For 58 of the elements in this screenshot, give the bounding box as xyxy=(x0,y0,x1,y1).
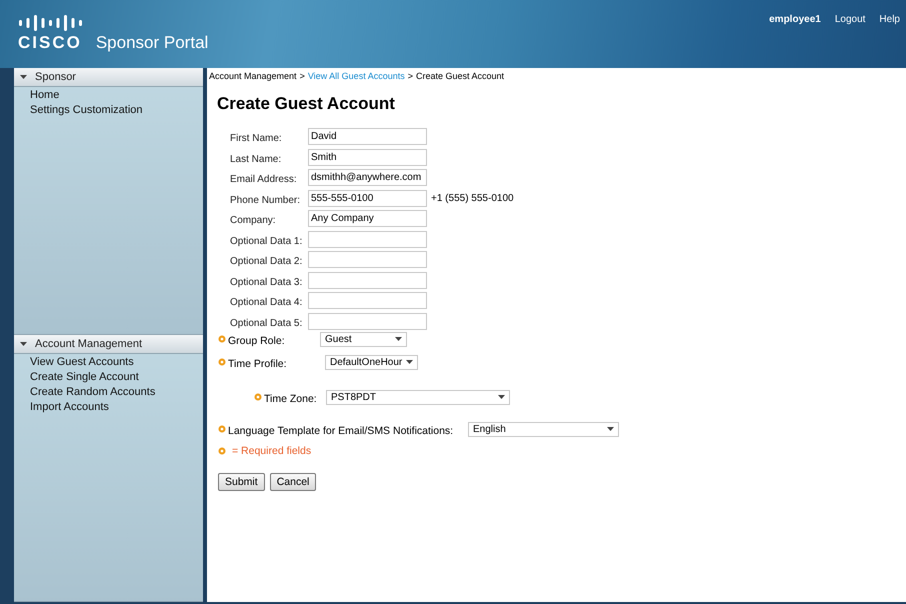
field-label: Time Profile: xyxy=(228,356,288,370)
input-field[interactable]: 555-555-0100 xyxy=(308,190,427,206)
required-note: = Required fields xyxy=(232,444,312,456)
field-label: Optional Data 4: xyxy=(230,296,304,308)
section-header[interactable]: Sponsor xyxy=(14,68,203,87)
field-label: Optional Data 5: xyxy=(230,316,304,328)
section-header[interactable]: Account Management xyxy=(14,334,203,354)
logo-text: CISCO xyxy=(18,33,82,53)
page-title: Create Guest Account xyxy=(217,94,396,114)
input-field[interactable]: David xyxy=(308,128,427,145)
user-name: employee1 xyxy=(769,14,821,27)
caret-icon xyxy=(395,337,402,341)
sidebar-item[interactable]: Home xyxy=(14,87,203,102)
form-button[interactable]: Cancel xyxy=(270,472,316,490)
dropdown[interactable]: English xyxy=(468,422,619,436)
field-label: Last Name: xyxy=(230,152,282,164)
caret-icon xyxy=(607,427,614,431)
field-label: First Name: xyxy=(230,132,283,144)
caret-icon xyxy=(20,75,27,79)
caret-icon xyxy=(498,395,505,399)
sidebar-item[interactable]: Create Random Accounts xyxy=(14,384,203,398)
dropdown[interactable]: DefaultOneHour xyxy=(325,354,418,370)
input-field[interactable]: dsmithh@anywhere.com xyxy=(308,169,427,186)
input-field[interactable]: Any Company xyxy=(308,210,427,227)
caret-icon xyxy=(406,360,413,364)
input-field[interactable] xyxy=(308,292,427,309)
sidebar-item[interactable]: Import Accounts xyxy=(14,398,203,414)
input-field[interactable]: Smith xyxy=(308,148,427,166)
field-label: Optional Data 1: xyxy=(230,234,304,246)
input-field[interactable] xyxy=(308,272,427,288)
field-label: Optional Data 2: xyxy=(230,255,304,267)
caret-icon xyxy=(20,342,27,346)
field-label: Language Template for Email/SMS Notifications: xyxy=(228,424,454,436)
field-label: Group Role: xyxy=(228,334,286,346)
dropdown[interactable]: PST8PDT xyxy=(326,390,510,404)
header-link[interactable]: Logout xyxy=(834,14,866,68)
field-label: Company: xyxy=(230,214,277,226)
breadcrumb-item: Create Guest Account xyxy=(416,71,504,81)
dropdown[interactable]: Guest xyxy=(320,332,407,346)
input-field[interactable] xyxy=(308,251,427,268)
input-field[interactable] xyxy=(308,230,427,248)
form-button[interactable]: Submit xyxy=(218,472,265,490)
field-label: Time Zone: xyxy=(264,392,318,404)
breadcrumb-separator: > xyxy=(300,71,305,81)
breadcrumb-item: Account Management xyxy=(209,71,297,81)
required-icon xyxy=(218,446,226,454)
sidebar-item[interactable]: Settings Customization xyxy=(14,102,203,117)
phone-format: +1 (555) 555-0100 xyxy=(431,192,514,204)
breadcrumb-link[interactable]: View All Guest Accounts xyxy=(308,71,405,81)
sidebar-item[interactable]: View Guest Accounts xyxy=(14,354,203,368)
portal-title: Sponsor Portal xyxy=(96,33,208,53)
header-link[interactable]: Help xyxy=(879,14,900,68)
breadcrumb-separator: > xyxy=(408,71,413,81)
input-field[interactable] xyxy=(308,312,427,330)
field-label: Email Address: xyxy=(230,173,298,185)
field-label: Optional Data 3: xyxy=(230,276,304,288)
field-label: Phone Number: xyxy=(230,194,302,206)
sidebar-item[interactable]: Create Single Account xyxy=(14,368,203,384)
